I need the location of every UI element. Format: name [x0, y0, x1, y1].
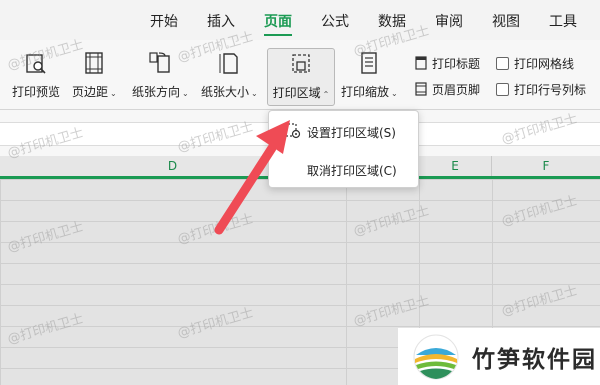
tab-formulas[interactable]: 公式 [321, 11, 349, 31]
grid-column-line [346, 179, 347, 385]
tab-home[interactable]: 开始 [150, 11, 178, 31]
paper-size-button[interactable]: 纸张大小 ⌄ [201, 50, 258, 106]
print-row-col-headers-checkbox[interactable]: 打印行号列标 [496, 80, 586, 98]
tab-view[interactable]: 视图 [492, 11, 520, 31]
print-titles-icon [415, 56, 427, 70]
orientation-button[interactable]: 纸张方向 ⌄ [132, 50, 189, 106]
margins-label: 页边距 ⌄ [72, 85, 117, 99]
bamboo-shoot-logo-icon [413, 334, 459, 379]
print-scale-button[interactable]: 打印缩放 ⌄ [341, 50, 398, 106]
set-print-area-icon [283, 123, 301, 139]
print-preview-label: 打印预览 [12, 85, 61, 99]
site-logo: 竹笋软件园 [398, 328, 600, 385]
menu-item-set-print-area[interactable]: 设置打印区域(S) [269, 117, 420, 145]
column-header-f[interactable]: F [492, 156, 600, 177]
tab-data[interactable]: 数据 [378, 11, 406, 31]
ribbon-tab-bar: 开始 插入 页面 公式 数据 审阅 视图 工具 [0, 0, 600, 40]
checkbox-box[interactable] [496, 56, 509, 70]
print-area-label: 打印区域 ⌃ [272, 86, 330, 100]
cancel-print-area-label: 取消打印区域(C) [307, 164, 397, 178]
print-preview-icon [26, 54, 46, 74]
print-gridlines-checkbox[interactable]: 打印网格线 [496, 54, 574, 72]
active-tab-indicator [264, 34, 292, 36]
orientation-icon [149, 52, 171, 73]
paper-size-label: 纸张大小 ⌄ [201, 85, 258, 99]
margins-button[interactable]: 页边距 ⌄ [72, 50, 117, 106]
ribbon-toolbar: 打印预览 页边距 ⌄ 纸张方向 ⌄ 纸张大小 ⌄ 打印区域 ⌃ 打印缩放 ⌄ 打… [0, 40, 600, 110]
header-footer-button[interactable]: 页眉页脚 [414, 80, 480, 98]
print-preview-button[interactable]: 打印预览 [12, 50, 60, 106]
print-row-col-headers-label: 打印行号列标 [514, 82, 587, 97]
logo-text: 竹笋软件园 [472, 346, 597, 373]
checkbox-box[interactable] [496, 82, 509, 96]
print-area-button[interactable]: 打印区域 ⌃ [267, 48, 335, 106]
print-titles-button[interactable]: 打印标题 [414, 54, 480, 72]
header-footer-label: 页眉页脚 [432, 82, 481, 97]
menu-item-cancel-print-area[interactable]: 取消打印区域(C) [269, 155, 420, 183]
tab-tools[interactable]: 工具 [549, 11, 577, 31]
column-header-e[interactable]: E [419, 156, 492, 177]
print-area-dropdown-menu: 设置打印区域(S) 取消打印区域(C) [268, 110, 419, 188]
print-titles-label: 打印标题 [432, 56, 481, 71]
tab-page[interactable]: 页面 [264, 11, 292, 31]
header-footer-icon [415, 82, 427, 96]
orientation-label: 纸张方向 ⌄ [132, 85, 189, 99]
print-gridlines-label: 打印网格线 [514, 56, 575, 71]
print-area-icon [292, 54, 310, 73]
print-scale-label: 打印缩放 ⌄ [341, 85, 398, 99]
tab-insert[interactable]: 插入 [207, 11, 235, 31]
set-print-area-label: 设置打印区域(S) [307, 126, 396, 140]
print-scale-icon [361, 52, 378, 74]
tab-review[interactable]: 审阅 [435, 11, 463, 31]
margins-icon [85, 52, 104, 74]
paper-size-icon [219, 53, 239, 74]
